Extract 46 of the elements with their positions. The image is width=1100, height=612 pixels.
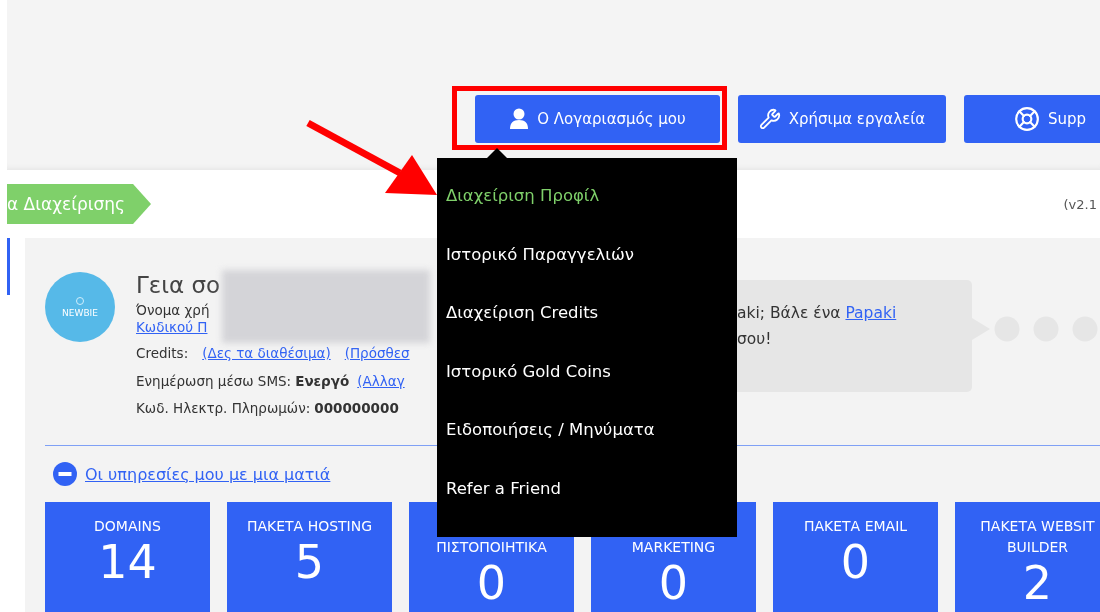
nav-button[interactable]: Supp — [964, 95, 1100, 143]
payment-code-label: Κωδ. Ηλεκτρ. Πληρωμών: — [136, 399, 311, 417]
tile-count: 5 — [294, 537, 325, 587]
tile-count: 0 — [840, 537, 871, 587]
nav-button[interactable]: Χρήσιμα εργαλεία — [738, 95, 946, 143]
credits-label: Credits: — [136, 344, 189, 362]
sms-change-link[interactable]: (Αλλαγ — [357, 372, 405, 390]
tile-label: ΠΑΚΕΤΑ HOSTING — [246, 517, 373, 536]
service-tile[interactable]: ΠΑΚΕΤΑ WEBSIT BUILDER 2 — [955, 502, 1100, 612]
papaki-link[interactable]: Papaki — [845, 304, 897, 322]
lifebuoy-icon — [1014, 106, 1040, 132]
tile-label: DOMAINS — [94, 517, 161, 536]
menu-item[interactable]: Ιστορικό Gold Coins — [437, 361, 737, 420]
sms-status: Ενεργό — [295, 372, 350, 390]
tile-label: MARKETING — [631, 538, 716, 557]
version-label: (v2.1 — [1063, 196, 1097, 212]
password-link[interactable]: Κωδικού Π — [136, 318, 208, 336]
service-tile[interactable]: DOMAINS 14 — [45, 502, 210, 612]
service-tile[interactable]: ΠΑΚΕΤΑ EMAIL 0 — [773, 502, 938, 612]
user-icon — [509, 108, 530, 130]
tile-count: 0 — [476, 558, 507, 608]
bubble-text: σου! — [737, 329, 773, 350]
tile-count: 0 — [658, 558, 689, 608]
menu-item[interactable]: Διαχείριση Credits — [437, 303, 737, 362]
username-label: Όνομα χρή — [136, 302, 211, 318]
tile-label: ΠΑΚΕΤΑ WEBSIT BUILDER — [980, 517, 1095, 557]
greeting-heading: Γεια σο — [136, 271, 222, 300]
tile-label: ΠΑΚΕΤΑ EMAIL — [803, 517, 908, 536]
menu-item[interactable]: Ιστορικό Παραγγελιών — [437, 244, 737, 303]
bubble-text: aki; Βάλε ένα Papaki — [737, 303, 898, 324]
tile-count: 14 — [98, 537, 157, 587]
service-tile[interactable]: ΠΑΚΕΤΑ HOSTING 5 — [227, 502, 392, 612]
side-accent-bar — [7, 238, 10, 295]
tile-label: ΠΙΣΤΟΠΟΙΗΤΙΚΑ — [436, 538, 547, 557]
wrench-icon — [758, 108, 781, 130]
collapse-icon[interactable] — [53, 462, 77, 487]
badge-label: NEWBIE — [62, 307, 98, 318]
payment-code: 000000000 — [314, 399, 399, 417]
menu-item[interactable]: Διαχείριση Προφίλ — [437, 186, 737, 245]
menu-item[interactable]: Ειδοποιήσεις / Μηνύματα — [437, 420, 737, 479]
services-toggle-link[interactable]: Οι υπηρεσίες μου με μια ματιά — [85, 464, 331, 484]
credits-link[interactable]: (Πρόσθεσ — [344, 344, 410, 362]
credits-link[interactable]: (Δες τα διαθέσιμα) — [202, 344, 331, 362]
sms-label: Ενημέρωση μέσω SMS: — [136, 372, 292, 390]
nav-button[interactable]: Ο Λογαριασμός μου — [475, 95, 720, 143]
tile-count: 2 — [1022, 558, 1053, 608]
